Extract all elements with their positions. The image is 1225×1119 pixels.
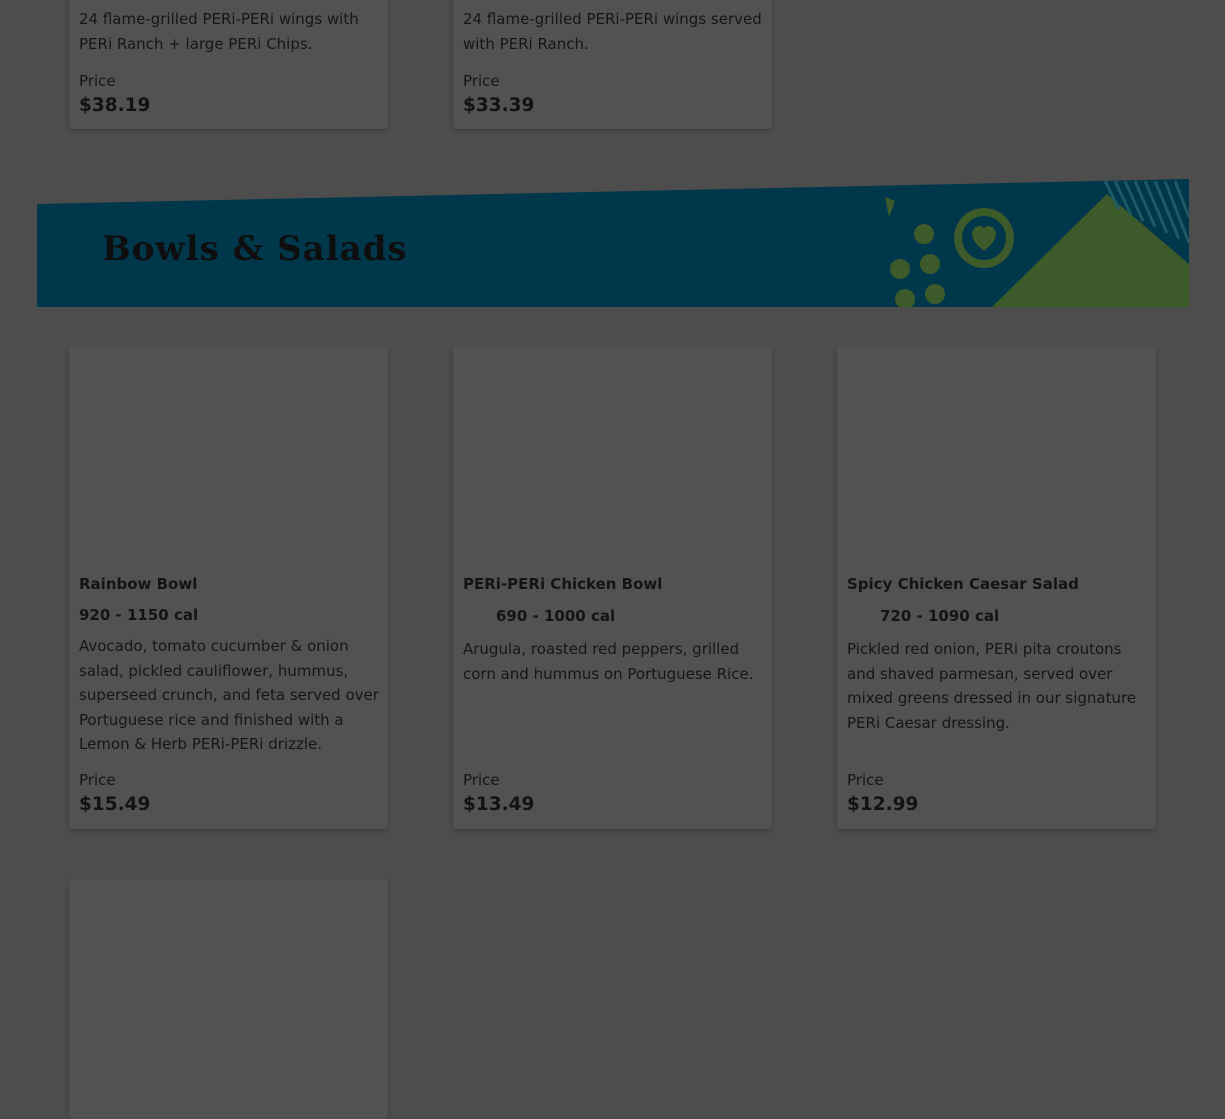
price-label: Price [463,771,500,789]
item-name: Spicy Chicken Caesar Salad [847,575,1079,593]
item-description: Arugula, roasted red peppers, grilled co… [463,640,754,683]
item-image [69,879,388,1099]
item-price: $13.49 [463,794,535,815]
item-price: $12.99 [847,794,919,815]
price-label: Price [463,72,500,90]
item-description: 24 flame-grilled PERi-PERi wings served … [463,10,762,53]
menu-item-card-next[interactable] [69,879,388,1119]
item-name: Rainbow Bowl [79,575,198,593]
item-price: $15.49 [79,794,151,815]
menu-item-card-caesar-salad[interactable]: Spicy Chicken Caesar Salad 720 - 1090 ca… [837,347,1156,829]
item-calories: 920 - 1150 cal [79,606,199,624]
menu-item-card-wings[interactable]: 24 flame-grilled PERi-PERi wings served … [453,0,772,129]
item-calories: 720 - 1090 cal [880,607,1000,625]
item-description: Pickled red onion, PERi pita croutons an… [847,640,1137,732]
menu-item-card-chicken-bowl[interactable]: PERi-PERi Chicken Bowl 690 - 1000 cal Ar… [453,347,772,829]
item-description: Avocado, tomato cucumber & onion salad, … [79,637,379,753]
item-image [69,347,388,567]
menu-item-card-wings-combo[interactable]: 24 flame-grilled PERi-PERi wings with PE… [69,0,388,129]
item-calories: 690 - 1000 cal [496,607,616,625]
item-image [453,347,772,567]
item-name: PERi-PERi Chicken Bowl [463,575,663,593]
item-price: $33.39 [463,95,535,116]
item-description: 24 flame-grilled PERi-PERi wings with PE… [79,10,359,53]
item-image [837,347,1156,567]
price-label: Price [847,771,884,789]
price-label: Price [79,72,116,90]
price-label: Price [79,771,116,789]
section-title: Bowls & Salads [102,229,408,269]
item-price: $38.19 [79,95,151,116]
menu-item-card-rainbow-bowl[interactable]: Rainbow Bowl 920 - 1150 cal Avocado, tom… [69,347,388,829]
